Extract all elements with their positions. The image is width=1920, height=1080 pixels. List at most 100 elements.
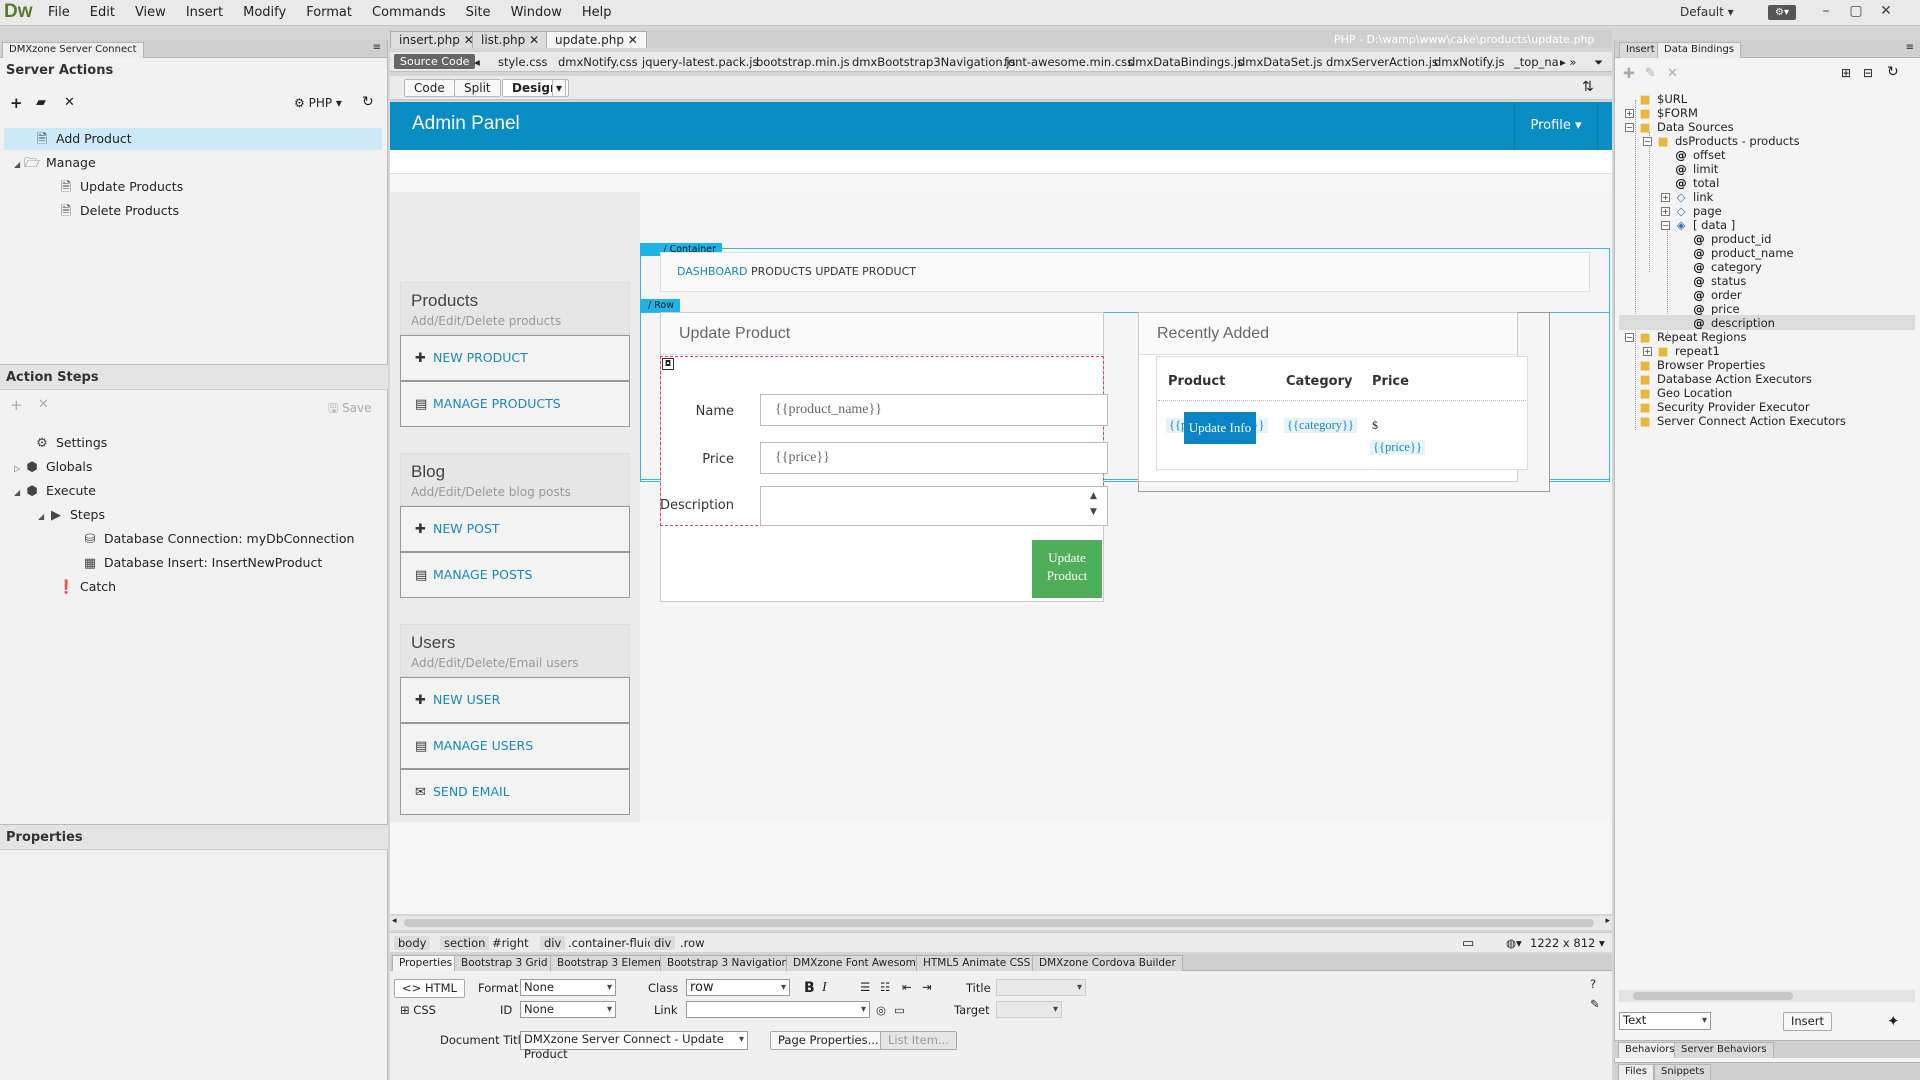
collapse-arrow-icon[interactable]: ◢ [38,506,48,528]
tab-server-behaviors[interactable]: Server Behaviors [1674,1042,1774,1058]
tab-snippets[interactable]: Snippets [1654,1064,1712,1080]
document-title-input[interactable]: DMXzone Server Connect - Update Product [520,1031,748,1061]
help-icon[interactable]: ? [1590,977,1596,991]
expand-icon[interactable]: + [1625,109,1634,118]
update-product-button[interactable]: Update Product [1032,540,1102,598]
add-folder-icon[interactable]: ▰ [36,95,46,110]
css-mode-button[interactable]: ⊞ CSS [400,1003,436,1017]
add-binding-icon[interactable]: ✚ [1623,66,1635,82]
sidebar-link-new-product[interactable]: ✚ NEW PRODUCT [400,335,630,381]
tab-properties[interactable]: Properties [392,955,460,971]
close-tab-icon[interactable]: ✕ [529,33,539,47]
tab-insert[interactable]: Insert [1619,42,1662,58]
format-select[interactable]: None [520,979,616,996]
indent-icon[interactable]: ⇥ [922,980,932,994]
related-file[interactable]: dmxServerAction.js [1326,55,1438,69]
collapse-icon[interactable]: − [1661,221,1670,230]
action-delete-products[interactable]: 🗎 Delete Products [58,200,179,222]
related-file[interactable]: dmxDataBindings.js [1128,55,1243,69]
refresh-icon[interactable]: ↻ [362,94,374,110]
menu-insert[interactable]: Insert [186,5,223,20]
title-input[interactable] [996,979,1086,996]
workspace-selector[interactable]: Default ▾ [1680,5,1734,19]
tag-div[interactable]: div [540,936,566,950]
tab-insert-php[interactable]: insert.php ✕ [390,31,483,48]
tab-files[interactable]: Files [1618,1064,1654,1080]
collapse-icon[interactable]: − [1625,123,1634,132]
step-steps[interactable]: ◢ ▶ Steps [38,504,105,526]
sort-icon[interactable]: ⇅ [1582,79,1594,95]
device-preview-icon[interactable]: ▭ [1462,936,1474,951]
action-update-products[interactable]: 🗎 Update Products [58,176,183,198]
expand-arrow-icon[interactable]: ▷ [14,458,24,480]
related-file[interactable]: dmxDataSet.js [1238,55,1323,69]
code-view-button[interactable]: Code [404,79,455,97]
expand-all-icon[interactable]: ⊞ [1841,66,1851,80]
form-handle-icon[interactable]: ◘ [662,358,674,370]
menu-file[interactable]: File [48,5,70,20]
related-file[interactable]: font-awesome.min.css [1004,55,1133,69]
tag-section[interactable]: section [440,936,490,950]
panel-menu-icon[interactable]: ≡ [1906,42,1914,53]
tab-font-awesome[interactable]: DMXzone Font Awesome [786,955,930,971]
collapse-arrow-icon[interactable]: ◢ [14,154,24,176]
tab-bootstrap-grid[interactable]: Bootstrap 3 Grid [454,955,555,971]
class-select[interactable]: row [686,979,790,996]
scroll-right-icon[interactable]: ▸ » [1560,55,1576,69]
point-to-file-icon[interactable]: ◎ [876,1003,886,1017]
related-file[interactable]: ◂ [474,55,480,69]
step-globals[interactable]: ▷ ⬢ Globals [14,456,92,478]
tag-div[interactable]: div [650,936,676,950]
magic-wand-icon[interactable]: ✦ [1887,1012,1900,1030]
tag-row[interactable]: .row [680,936,705,950]
remove-binding-icon[interactable]: ✕ [1667,66,1678,81]
collapse-all-icon[interactable]: ⊟ [1863,66,1873,80]
delete-action-icon[interactable]: ✕ [64,95,75,110]
step-catch[interactable]: ❗ Catch [58,576,116,598]
id-select[interactable]: None [520,1001,616,1018]
tab-bootstrap-elements[interactable]: Bootstrap 3 Elements [550,955,678,971]
scrollbar-thumb[interactable] [404,919,1594,927]
ordered-list-icon[interactable]: ☷ [880,980,890,994]
sidebar-link-new-post[interactable]: ✚ NEW POST [400,506,630,552]
related-file[interactable]: dmxNotify.js [1434,55,1505,69]
menu-help[interactable]: Help [582,5,612,20]
sidebar-link-send-email[interactable]: ✉ SEND EMAIL [400,769,630,815]
tab-animate-css[interactable]: HTML5 Animate CSS [916,955,1038,971]
tab-list-php[interactable]: list.php ✕ [472,31,549,48]
page-properties-button[interactable]: Page Properties... [770,1031,887,1050]
design-canvas[interactable]: Admin Panel Profile ▾ Products Add/Edit/… [390,102,1612,914]
step-database-insert[interactable]: ▦ Database Insert: InsertNewProduct [82,552,322,574]
tab-data-bindings[interactable]: Data Bindings [1657,42,1742,58]
menu-format[interactable]: Format [306,5,352,20]
step-settings[interactable]: ⚙ Settings [34,432,107,454]
step-database-connection[interactable]: ⛁ Database Connection: myDbConnection [82,528,355,550]
expand-icon[interactable]: + [1661,193,1670,202]
scroll-right-icon[interactable]: ▸ [1605,916,1610,926]
close-icon[interactable]: ✕ [1874,3,1898,21]
browse-folder-icon[interactable]: ▭ [894,1003,905,1017]
collapse-arrow-icon[interactable]: ◢ [14,482,24,504]
link-input[interactable] [686,1001,870,1018]
action-manage-folder[interactable]: ◢ 🗁 Manage [14,152,96,174]
insert-mode-select[interactable]: Text [1619,1012,1711,1030]
sidebar-link-manage-products[interactable]: ▤ MANAGE PRODUCTS [400,381,630,427]
breadcrumb-link[interactable]: DASHBOARD [677,265,748,278]
tab-bootstrap-navigation[interactable]: Bootstrap 3 Navigation [660,955,796,971]
description-textarea[interactable] [760,486,1108,526]
view-options-icon[interactable]: ▾ [552,79,567,97]
menu-modify[interactable]: Modify [243,5,286,20]
related-file[interactable]: jquery-latest.pack.js [642,55,759,69]
save-button[interactable]: 🖫 Save [328,399,372,420]
tab-behaviors[interactable]: Behaviors [1618,1042,1682,1058]
globe-icon[interactable]: ◍▾ [1506,936,1522,950]
collapse-icon[interactable]: − [1625,333,1634,342]
split-view-button[interactable]: Split [454,79,501,97]
related-file[interactable]: dmxNotify.css [558,55,638,69]
quick-tag-editor-icon[interactable]: ✎ [1590,997,1600,1011]
menu-site[interactable]: Site [466,5,491,20]
minimize-icon[interactable]: – [1814,3,1838,21]
update-info-button[interactable]: Update Info [1184,412,1256,444]
action-add-product[interactable]: 🗎 Add Product [34,128,132,150]
add-action-icon[interactable]: + [10,94,23,112]
